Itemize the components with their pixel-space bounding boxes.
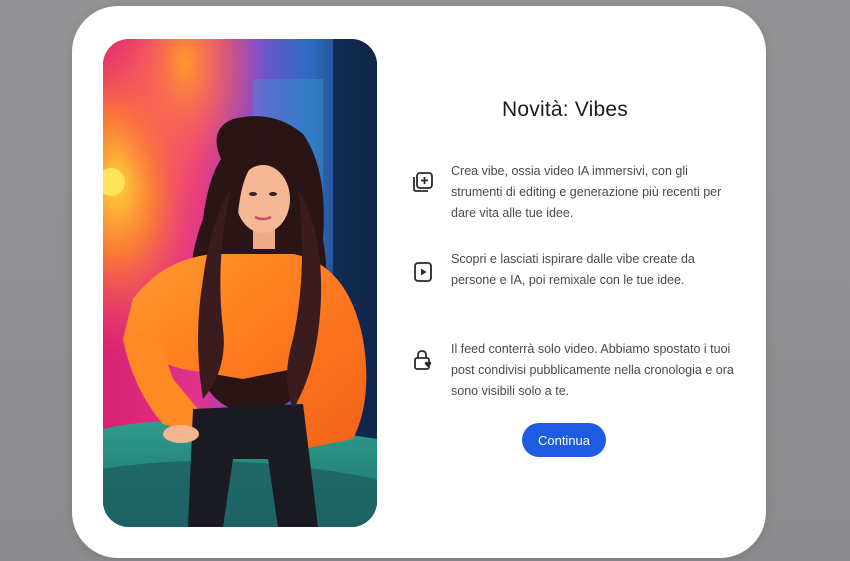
play-video-icon bbox=[412, 261, 434, 283]
continue-button[interactable]: Continua bbox=[522, 423, 606, 457]
vibes-intro-dialog: Novità: Vibes Crea vibe, ossia video IA … bbox=[72, 6, 766, 558]
feature-text: Il feed conterrà solo video. Abbiamo spo… bbox=[451, 342, 734, 398]
add-video-icon bbox=[412, 171, 434, 193]
feature-text: Crea vibe, ossia video IA immersivi, con… bbox=[451, 164, 722, 220]
dialog-title: Novità: Vibes bbox=[502, 98, 628, 121]
hero-illustration bbox=[103, 39, 377, 527]
feature-text: Scopri e lasciati ispirare dalle vibe cr… bbox=[451, 252, 695, 287]
lock-heart-icon bbox=[412, 349, 434, 371]
